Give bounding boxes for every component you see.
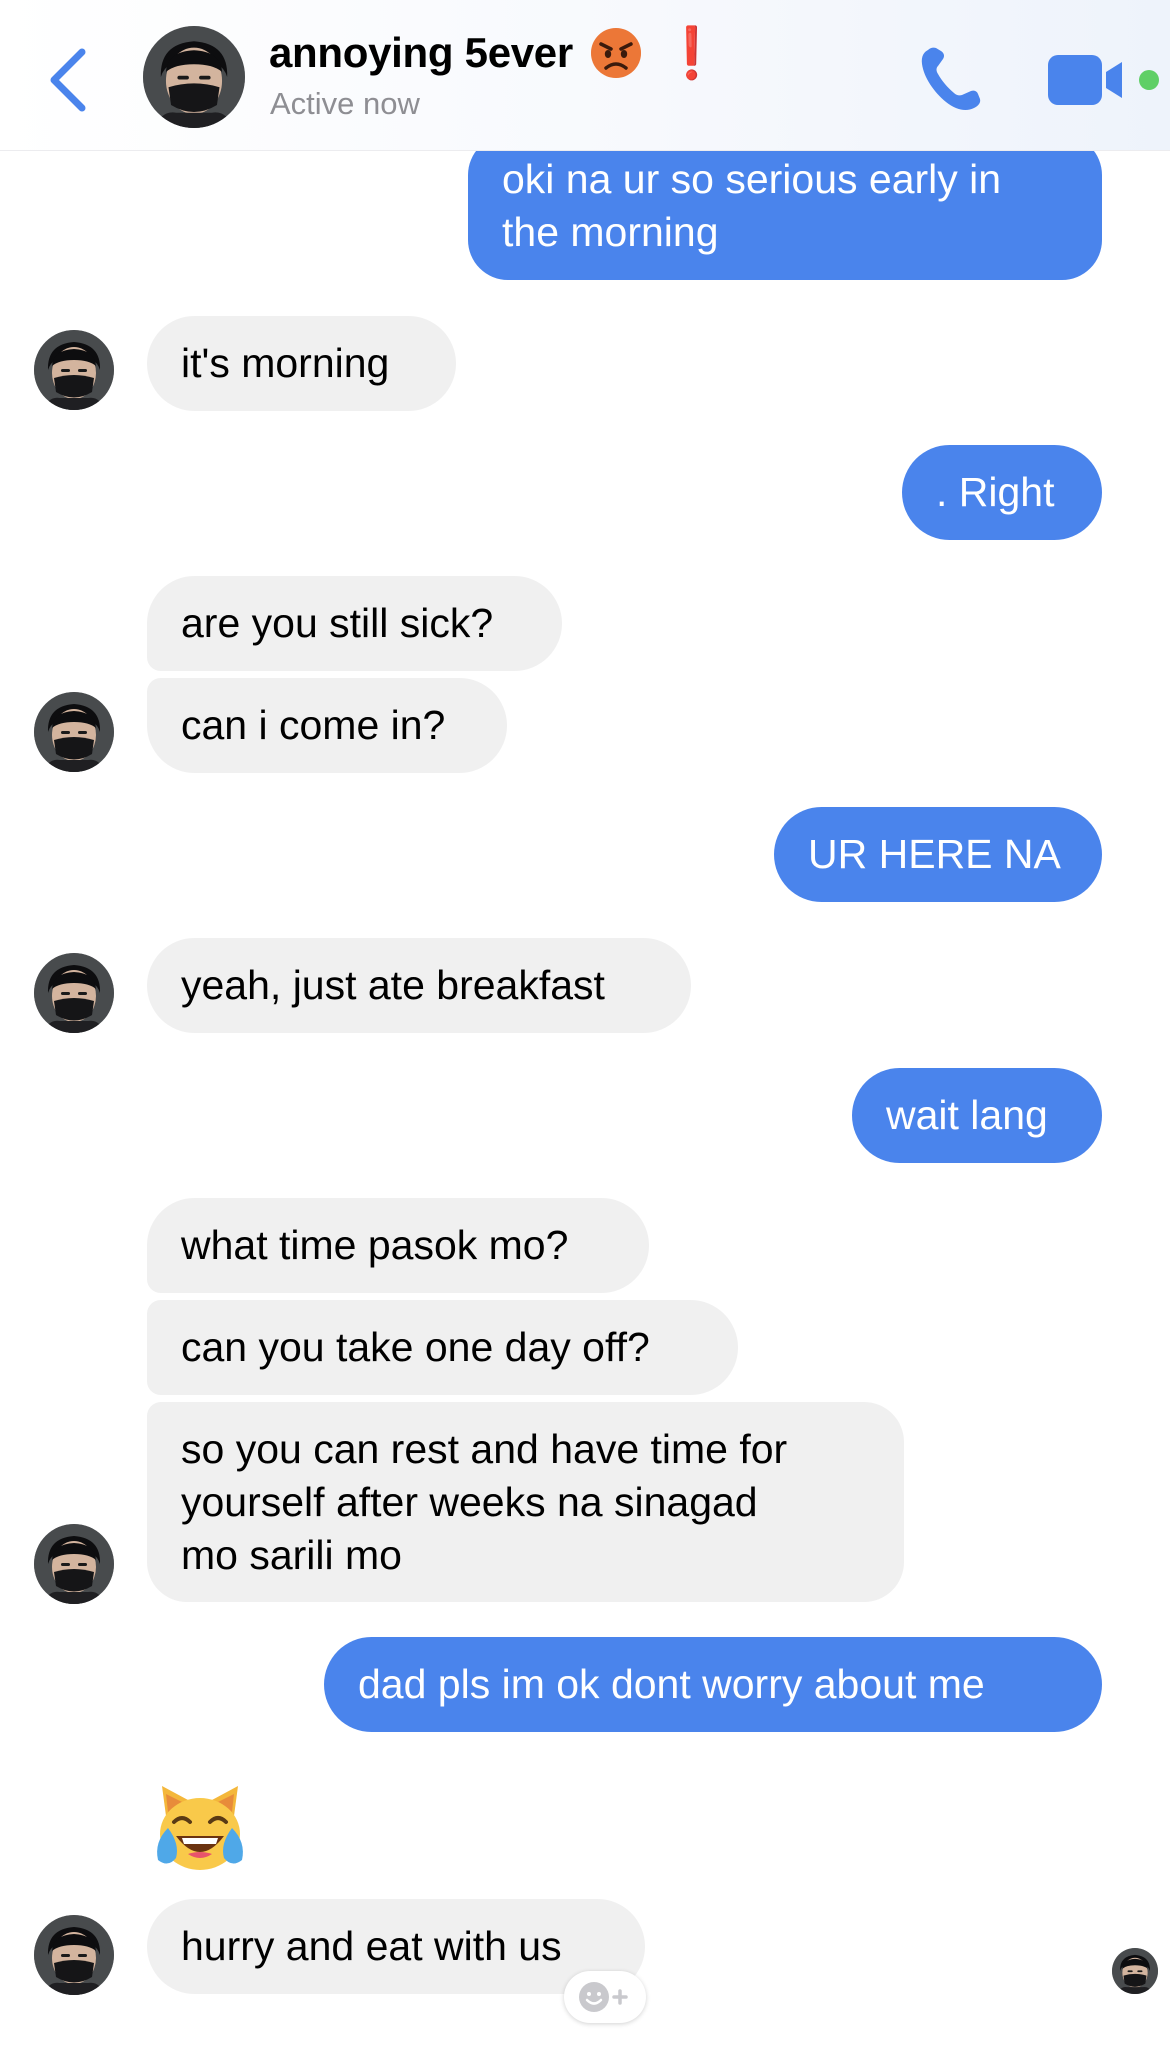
message-bubble-incoming[interactable]: it's morning xyxy=(147,316,456,411)
message-text: wait lang xyxy=(886,1092,1048,1138)
message-text: yourself after weeks na sinagad xyxy=(181,1479,758,1525)
message-text: so you can rest and have time for xyxy=(181,1426,788,1472)
contact-avatar-small[interactable] xyxy=(34,1524,114,1604)
active-dot xyxy=(1139,70,1159,90)
message-text: oki na ur so serious early in xyxy=(502,156,1002,202)
message-text: . Right xyxy=(936,469,1055,515)
exclamation-mark: ❗ xyxy=(660,25,723,81)
contact-avatar-small[interactable] xyxy=(34,692,114,772)
message-bubble-outgoing[interactable]: dad pls im ok dont worry about me xyxy=(324,1637,1102,1732)
message-bubble-outgoing[interactable]: oki na ur so serious early in the mornin… xyxy=(468,135,1102,280)
message-bubble-incoming[interactable]: can you take one day off? xyxy=(147,1300,738,1395)
video-camera-icon xyxy=(1048,55,1159,105)
message-text: dad pls im ok dont worry about me xyxy=(358,1661,985,1707)
message-text: UR HERE NA xyxy=(808,831,1061,877)
add-reaction-icon xyxy=(579,1982,628,2012)
message-text: can i come in? xyxy=(181,702,446,748)
message-bubble-incoming[interactable]: so you can rest and have time for yourse… xyxy=(147,1402,904,1602)
message-text: the morning xyxy=(502,209,719,255)
message-bubble-incoming[interactable]: can i come in? xyxy=(147,678,507,773)
video-call-button[interactable] xyxy=(1046,52,1166,108)
message-bubble-outgoing[interactable]: wait lang xyxy=(852,1068,1102,1163)
message-text: it's morning xyxy=(181,340,390,386)
angry-face-icon xyxy=(590,28,641,78)
contact-name: annoying 5ever xyxy=(269,29,573,76)
add-reaction-button[interactable] xyxy=(564,1971,646,2023)
message-bubble-incoming[interactable]: are you still sick? xyxy=(147,576,562,671)
message-bubble-incoming[interactable]: yeah, just ate breakfast xyxy=(147,938,691,1033)
back-button[interactable] xyxy=(40,38,100,118)
message-text: yeah, just ate breakfast xyxy=(181,962,605,1008)
message-bubble-outgoing[interactable]: UR HERE NA xyxy=(774,807,1102,902)
message-text: hurry and eat with us xyxy=(181,1923,562,1969)
message-bubble-outgoing[interactable]: . Right xyxy=(902,445,1102,540)
active-status: Active now xyxy=(270,86,420,121)
audio-call-button[interactable] xyxy=(914,42,990,118)
phone-icon xyxy=(921,47,981,110)
message-text: mo sarili mo xyxy=(181,1532,402,1578)
message-bubble-incoming[interactable]: what time pasok mo? xyxy=(147,1198,649,1293)
conversation-header: annoying 5ever ❗ Active now xyxy=(0,0,1170,151)
contact-avatar-small[interactable] xyxy=(34,330,114,410)
contact-avatar-small[interactable] xyxy=(34,1915,114,1995)
contact-name-row[interactable]: annoying 5ever ❗ xyxy=(269,26,723,80)
chevron-left-icon xyxy=(50,48,86,112)
message-text: can you take one day off? xyxy=(181,1324,650,1370)
contact-avatar-small[interactable] xyxy=(34,953,114,1033)
message-text: are you still sick? xyxy=(181,600,494,646)
contact-avatar[interactable] xyxy=(143,26,245,128)
seen-indicator-avatar xyxy=(1112,1948,1158,1994)
message-text: what time pasok mo? xyxy=(181,1222,569,1268)
crying-laughing-cat-emoji[interactable] xyxy=(152,1782,248,1874)
